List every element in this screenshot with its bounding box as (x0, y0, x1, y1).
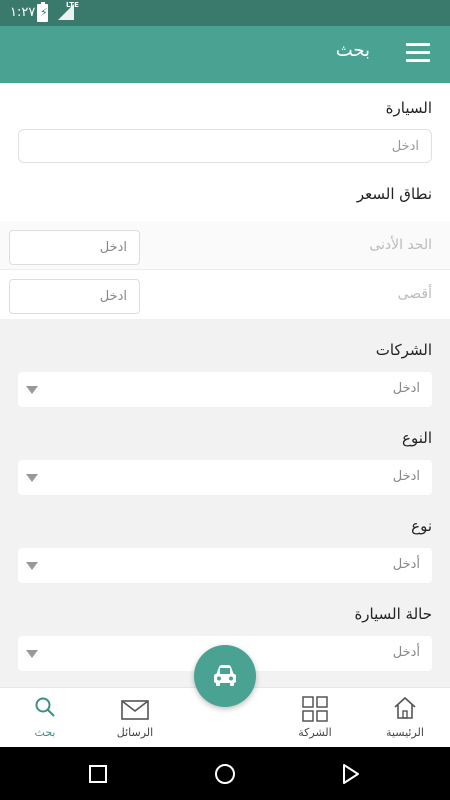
network-type: LTE (66, 1, 79, 9)
price-max-row: أقصى (0, 270, 450, 319)
page-title: بحث (335, 40, 370, 61)
type-label: النوع (402, 429, 432, 447)
status-time: ١:٢٧ (10, 5, 36, 20)
car-section: السيارة نطاق السعر (0, 83, 450, 221)
system-nav-bar (0, 747, 450, 800)
nav-search-label: بحث (34, 726, 56, 739)
price-min-label: الحد الأدنى (369, 237, 432, 253)
chevron-down-icon (26, 474, 38, 482)
car-fab-button[interactable] (194, 645, 256, 707)
chevron-down-icon (26, 562, 38, 570)
search-icon (35, 697, 55, 717)
chevron-down-icon (26, 650, 38, 658)
home-icon (394, 696, 416, 719)
home-circle-icon[interactable] (214, 763, 236, 785)
price-max-label: أقصى (397, 286, 432, 302)
nav-home[interactable]: الرئيسية (360, 688, 450, 748)
price-max-input[interactable] (9, 279, 140, 314)
grid-icon (302, 696, 328, 722)
mail-icon (121, 700, 149, 720)
companies-select-value: ادخل (392, 381, 420, 396)
recents-icon[interactable] (89, 765, 107, 783)
search-form[interactable]: السيارة نطاق السعر الحد الأدنى أقصى الشر… (0, 83, 450, 687)
car-status-select-value: أدخل (392, 645, 420, 660)
companies-select[interactable]: ادخل (18, 372, 432, 407)
dropdowns-section: الشركات ادخل النوع ادخل نوع أدخل حالة ال… (0, 319, 450, 671)
car-icon (214, 665, 236, 686)
price-min-input[interactable] (9, 230, 140, 265)
nav-messages[interactable]: الرسائل (90, 688, 180, 748)
nav-messages-label: الرسائل (116, 726, 154, 739)
car-label: السيارة (385, 99, 432, 117)
kind-select[interactable]: أدخل (18, 548, 432, 583)
price-range-label: نطاق السعر (356, 185, 432, 203)
kind-select-value: أدخل (392, 557, 420, 572)
nav-search[interactable]: بحث (0, 688, 90, 748)
price-min-row: الحد الأدنى (0, 221, 450, 269)
kind-label: نوع (411, 517, 432, 535)
back-icon[interactable] (342, 763, 360, 785)
chevron-down-icon (26, 386, 38, 394)
status-bar: ١:٢٧ ⚡ LTE (0, 0, 450, 26)
type-select-value: ادخل (392, 469, 420, 484)
nav-company-label: الشركة (298, 726, 332, 739)
nav-company[interactable]: الشركة (270, 688, 360, 748)
battery-icon: ⚡ (37, 2, 48, 22)
menu-icon[interactable] (406, 43, 430, 63)
nav-home-label: الرئيسية (386, 726, 424, 739)
companies-label: الشركات (375, 341, 432, 359)
car-input[interactable] (18, 129, 432, 163)
app-bar: بحث (0, 26, 450, 83)
type-select[interactable]: ادخل (18, 460, 432, 495)
car-status-label: حالة السيارة (354, 605, 432, 623)
